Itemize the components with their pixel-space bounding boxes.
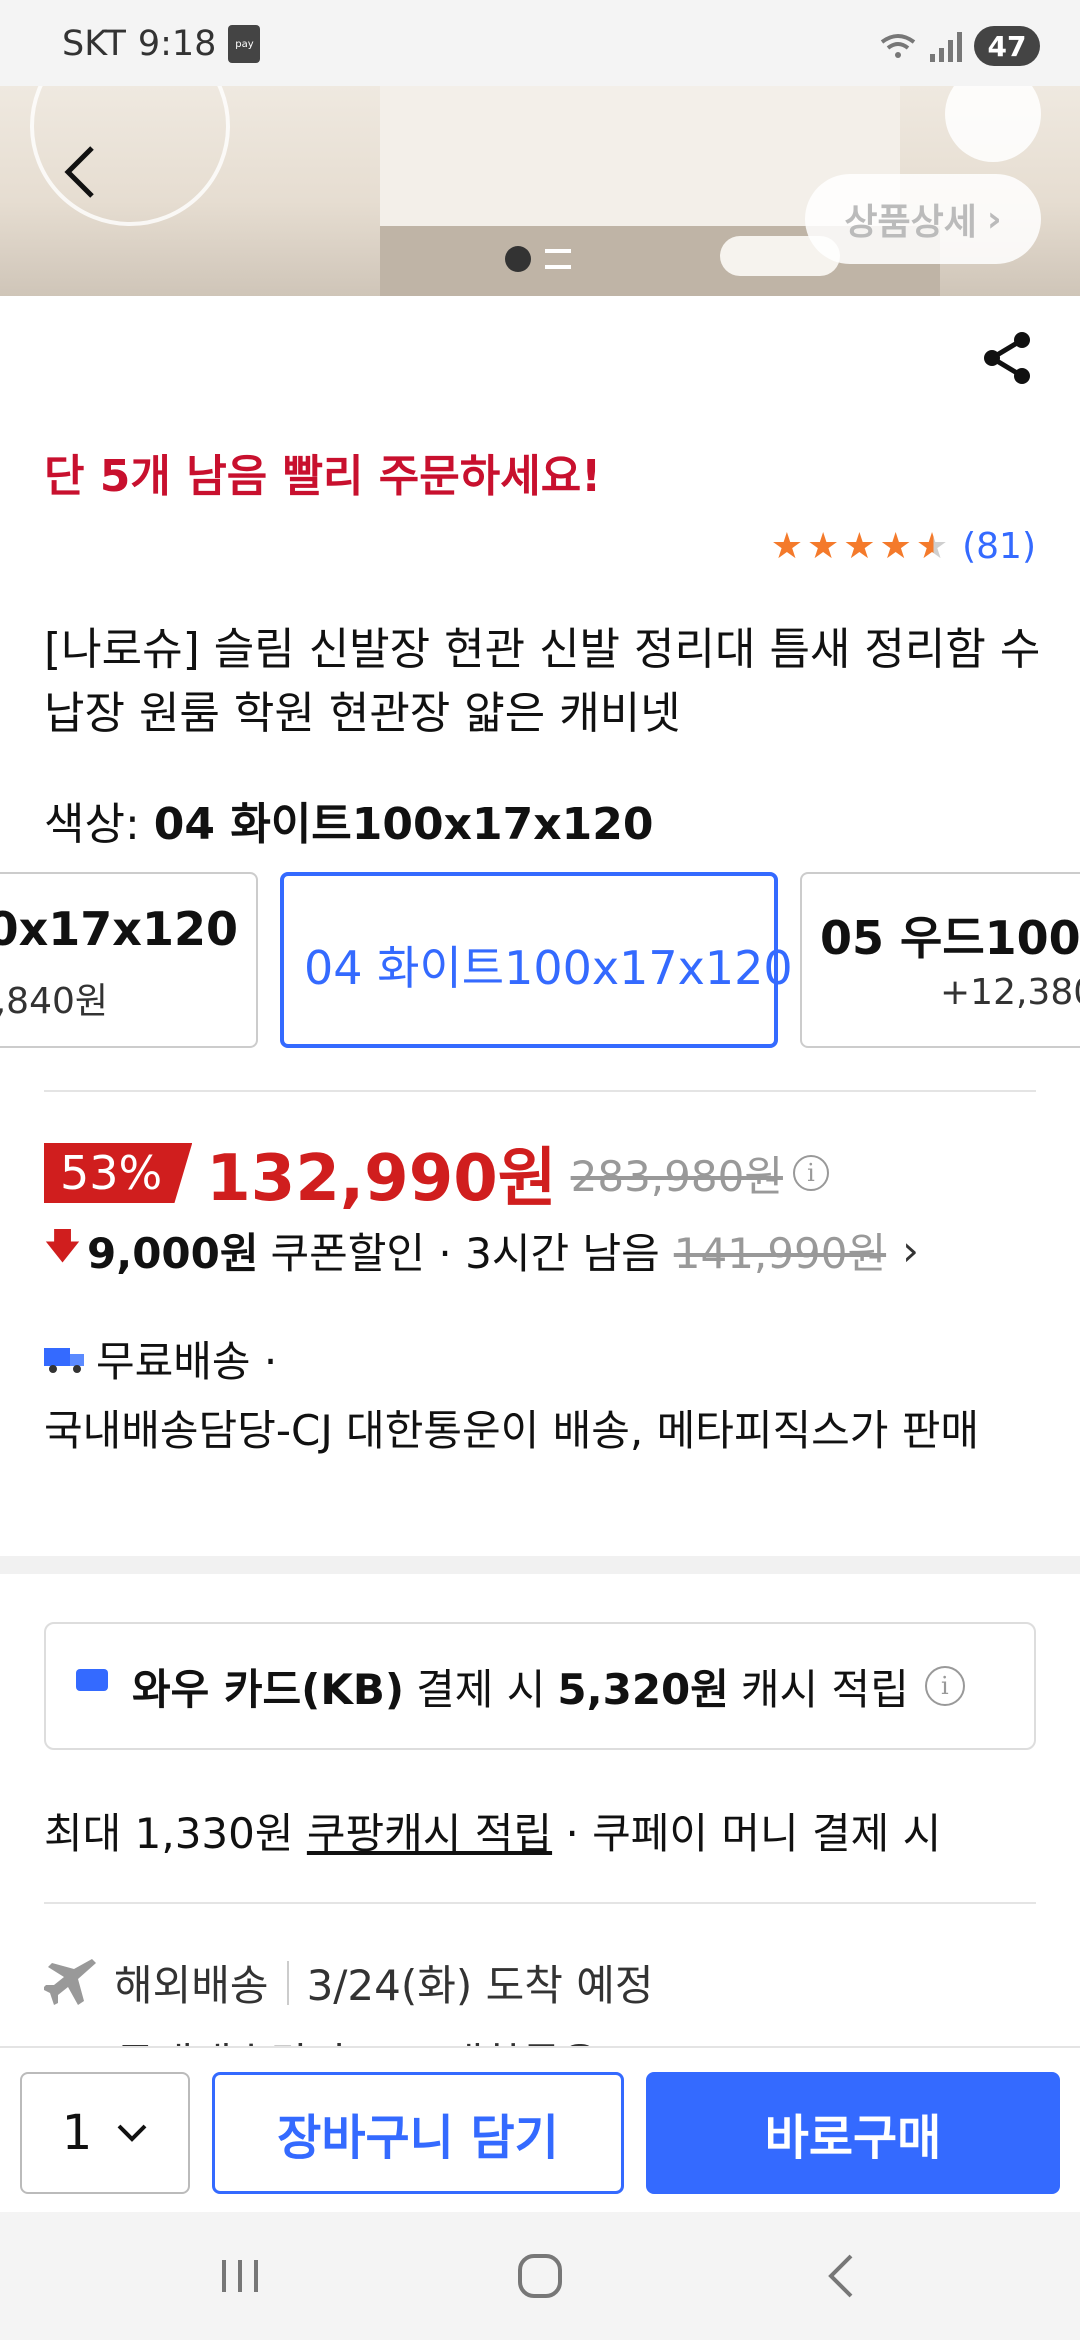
bottom-action-bar: 1 장바구니 담기 바로구매	[0, 2046, 1080, 2212]
system-nav-bar	[0, 2212, 1080, 2340]
option-price: ,840원	[0, 981, 108, 1022]
info-icon[interactable]: i	[924, 1666, 965, 1706]
cash-link[interactable]: 쿠팡캐시 적립	[307, 1809, 552, 1858]
star-icon: ★	[770, 525, 803, 567]
option-price: +12,380	[940, 972, 1080, 1013]
recent-apps-button[interactable]	[200, 2246, 280, 2306]
home-button[interactable]	[500, 2246, 580, 2306]
free-shipping-label: 무료배송 ·	[96, 1337, 278, 1386]
credit-card-icon	[76, 1669, 108, 1691]
stock-alert: 단 5개 남음 빨리 주문하세요!	[44, 451, 602, 502]
share-button[interactable]	[982, 330, 1032, 386]
half-star-icon: ★	[915, 525, 949, 567]
overseas-label: 해외배송	[114, 1961, 269, 2010]
option-item[interactable]: 05 우드100x1 +12,380	[800, 872, 1080, 1048]
cash-reward: 최대 1,330원 쿠팡캐시 적립 · 쿠페이 머니 결제 시	[44, 1809, 942, 1858]
product-detail-button[interactable]: 상품상세 ›	[805, 174, 1041, 264]
share-icon	[984, 332, 1030, 384]
coupon-row[interactable]: 🡇 9,000원 쿠폰할인 · 3시간 남음 141,990원 ›	[44, 1220, 919, 1281]
signal-icon	[930, 30, 962, 62]
chevron-right-icon: ›	[986, 198, 1002, 240]
star-icon: ★	[879, 525, 912, 567]
back-button[interactable]	[50, 142, 110, 202]
coupon-original-price: 141,990원	[673, 1229, 887, 1278]
carousel-indicator	[505, 246, 571, 272]
option-name: 80x17x120	[0, 902, 238, 956]
overseas-delivery: 해외배송 3/24(화) 도착 예정	[44, 1952, 654, 2013]
chevron-left-icon	[64, 146, 94, 198]
back-icon	[828, 2254, 853, 2298]
discount-badge: 53%	[44, 1143, 193, 1203]
wifi-icon	[880, 34, 916, 58]
buy-now-button[interactable]: 바로구매	[646, 2072, 1060, 2194]
color-value: 04 화이트100x17x120	[153, 799, 654, 850]
info-icon[interactable]: i	[792, 1155, 829, 1191]
wishlist-button[interactable]	[945, 86, 1041, 162]
delivery-description: 국내배송담당-CJ 대한통운이 배송, 메타피직스가 판매	[44, 1406, 980, 1455]
review-count[interactable]: (81)	[962, 526, 1036, 567]
carousel-dot-active	[505, 246, 531, 272]
free-shipping: 무료배송 ·	[44, 1328, 277, 1389]
sale-price: 132,990원	[206, 1142, 557, 1216]
system-back-button[interactable]	[800, 2246, 880, 2306]
quantity-value: 1	[61, 2105, 93, 2161]
chevron-down-icon	[117, 2124, 147, 2142]
status-right: 47	[878, 26, 1040, 66]
truck-icon	[44, 1347, 84, 1373]
arrow-down-icon: 🡇	[44, 1226, 82, 1267]
price-row: 53% 132,990원 283,980원 i	[44, 1138, 829, 1216]
card-name: 와우 카드(KB)	[132, 1664, 405, 1714]
coupon-amount: 9,000원	[87, 1229, 259, 1278]
quantity-select[interactable]: 1	[20, 2072, 190, 2194]
divider	[44, 1902, 1036, 1904]
star-icon: ★	[843, 525, 876, 567]
product-image-carousel[interactable]: 상품상세 ›	[0, 86, 1080, 296]
arrival-date: 3/24(화) 도착 예정	[306, 1961, 654, 2010]
separator	[286, 1960, 289, 2005]
color-label: 색상:	[44, 799, 140, 850]
selected-color: 색상: 04 화이트100x17x120	[44, 788, 653, 852]
carrier-label: SKT	[62, 24, 126, 64]
star-icon: ★	[806, 525, 840, 567]
clock: 9:18	[137, 24, 217, 64]
add-to-cart-button[interactable]: 장바구니 담기	[212, 2072, 624, 2194]
coupon-label: 쿠폰할인 · 3시간 남음	[270, 1229, 660, 1278]
option-name: 05 우드100x1	[820, 911, 1080, 965]
option-selector: 80x17x120 ,840원 04 화이트100x17x120 05 우드10…	[0, 872, 1080, 1048]
original-price: 283,980원	[570, 1151, 783, 1201]
status-left: SKT 9:18 pay	[62, 24, 261, 64]
product-title: [나로슈] 슬림 신발장 현관 신발 정리대 틈새 정리함 수납장 원룸 학원 …	[44, 624, 1041, 739]
option-item[interactable]: 80x17x120 ,840원	[0, 872, 258, 1048]
pay-icon: pay	[228, 25, 261, 63]
chevron-right-icon: ›	[902, 1226, 919, 1275]
card-amount: 5,320원	[557, 1664, 729, 1714]
card-text-end: 캐시 적립	[740, 1664, 909, 1714]
card-promo[interactable]: 와우 카드(KB) 결제 시 5,320원 캐시 적립 i	[44, 1622, 1036, 1750]
home-icon	[518, 2254, 562, 2298]
option-item-selected[interactable]: 04 화이트100x17x120	[280, 872, 793, 1048]
status-bar: SKT 9:18 pay 47	[0, 0, 1080, 86]
option-name: 04 화이트100x17x120	[304, 941, 793, 995]
card-text-mid: 결제 시	[416, 1664, 546, 1714]
carousel-dot	[545, 249, 571, 269]
rating[interactable]: ★ ★ ★ ★ ★ (81)	[771, 526, 1036, 567]
recent-apps-icon	[222, 2260, 258, 2292]
airplane-icon	[44, 1958, 96, 2005]
divider	[44, 1090, 1036, 1092]
section-separator	[0, 1556, 1080, 1574]
battery-indicator: 47	[974, 26, 1040, 66]
